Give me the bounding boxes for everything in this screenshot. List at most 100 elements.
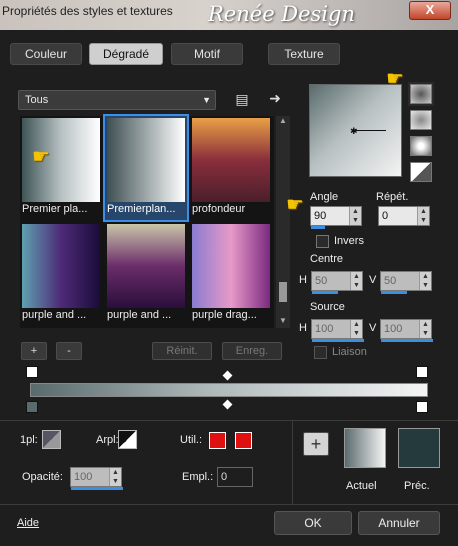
invert-checkbox[interactable] [316,235,329,248]
repeat-label: Répét. [376,191,409,203]
help-link[interactable]: Aide [17,517,39,529]
spinner-arrows-icon[interactable]: ▲ ▼ [349,207,361,225]
center-v-label: V [369,274,377,286]
opacity-input[interactable]: 100 ▲ ▼ [70,467,123,490]
reset-button[interactable]: Réinit. [152,342,212,360]
center-v-slider-bar[interactable] [381,291,407,294]
empl-label: Empl.: [182,471,214,483]
new-swatch-button[interactable]: + [303,432,329,456]
pointing-hand-icon: ☛ [386,68,404,90]
empl-value: 0 [221,471,228,483]
tab-texture[interactable]: Texture [268,43,340,65]
opacity-slider-bar[interactable] [71,487,123,490]
style-radial-button[interactable] [410,136,432,156]
center-h-slider-bar[interactable] [312,291,338,294]
tab-degrade[interactable]: Dégradé [89,43,163,65]
close-button[interactable]: X [409,1,451,20]
preset-swatch [192,224,270,308]
document-icon[interactable]: ▤ [233,90,251,108]
presets-grid: Premier pla... Premierplan... profondeur… [20,114,274,328]
util-label: Util.: [180,434,202,446]
source-v-value: 100 [384,323,403,335]
spinner-arrows-icon[interactable]: ▲ ▼ [109,468,121,486]
center-h-label: H [299,274,307,286]
preset-item-selected[interactable]: Premierplan... [103,114,189,222]
bottom-stop-right-icon[interactable] [416,401,428,413]
category-value: Tous [25,94,49,106]
remove-preset-button[interactable]: - [56,342,82,360]
center-h-input[interactable]: 50 ▲ ▼ [311,271,363,294]
top-stop-right-icon[interactable] [416,366,428,378]
top-stop-left-icon[interactable] [26,366,38,378]
style-linear-button[interactable] [408,82,434,106]
previous-swatch[interactable] [398,428,440,468]
cancel-button[interactable]: Annuler [358,511,440,535]
angle-label: Angle [310,191,339,203]
bottom-stop-left-icon[interactable] [26,401,38,413]
section-divider [0,420,458,421]
source-v-slider-bar[interactable] [381,339,433,342]
ok-button[interactable]: OK [274,511,352,535]
scroll-up-icon[interactable]: ▲ [276,116,290,128]
fg-label: 1pl: [20,434,38,446]
category-select[interactable]: Tous ▼ [18,90,216,110]
section-divider-vertical [292,420,293,504]
arrow-right-icon[interactable]: ➜ [266,89,284,107]
source-h-slider-bar[interactable] [312,339,364,342]
center-v-input[interactable]: 50 ▲ ▼ [380,271,432,294]
gradient-preview[interactable]: ✱ [309,84,402,177]
background-style-icon[interactable] [118,430,137,449]
spinner-arrows-icon[interactable]: ▲ ▼ [350,272,362,290]
save-preset-button[interactable]: Enreg. [222,342,282,360]
preset-item[interactable]: purple drag... [190,222,272,326]
actual-label: Actuel [346,480,377,492]
center-h-value: 50 [315,275,328,287]
link-checkbox[interactable] [314,346,327,359]
arpl-label: Arpl: [96,434,119,446]
center-crosshair-icon: ✱ [350,126,358,136]
invert-label: Invers [334,235,364,247]
window-title: Propriétés des styles et textures [2,4,173,18]
footer-divider [0,504,458,505]
style-rectangular-button[interactable] [410,110,432,130]
add-preset-button[interactable]: + [21,342,47,360]
preset-label: purple and ... [22,309,87,321]
current-color-swatch[interactable] [209,432,226,449]
source-v-label: V [369,322,377,334]
spinner-arrows-icon[interactable]: ▲ ▼ [419,272,431,290]
angle-line [352,130,386,131]
foreground-style-icon[interactable] [42,430,61,449]
spinner-arrows-icon[interactable]: ▲ ▼ [417,207,429,225]
source-h-input[interactable]: 100 ▲ ▼ [311,319,364,342]
preset-label: profondeur [192,203,246,215]
tab-motif[interactable]: Motif [171,43,243,65]
repeat-input[interactable]: 0 ▲ ▼ [378,206,430,226]
previous-label: Préc. [404,480,430,492]
title-bar: Propriétés des styles et textures Renée … [0,0,458,30]
actual-swatch[interactable] [344,428,386,468]
center-label: Centre [310,253,344,265]
preset-swatch [107,118,185,202]
spinner-arrows-icon[interactable]: ▲ ▼ [419,320,431,338]
gradient-editor-bar[interactable] [30,383,428,397]
preset-item[interactable]: purple and ... [105,222,187,326]
scroll-thumb[interactable] [279,282,287,302]
chevron-down-icon: ▼ [202,95,211,105]
alt-color-swatch[interactable] [235,432,252,449]
preset-label: Premier pla... [22,203,88,215]
scroll-down-icon[interactable]: ▼ [276,316,290,328]
tab-couleur[interactable]: Couleur [10,43,82,65]
preset-item[interactable]: purple and ... [20,222,102,326]
preset-item[interactable]: profondeur [190,116,272,220]
angle-slider-bar[interactable] [311,226,325,229]
spinner-arrows-icon[interactable]: ▲ ▼ [350,320,362,338]
empl-input[interactable]: 0 [217,467,253,487]
opacity-value: 100 [74,471,93,483]
watermark: Renée Design [208,2,356,26]
style-sunburst-button[interactable] [410,162,432,182]
link-label: Liaison [332,346,367,358]
source-v-input[interactable]: 100 ▲ ▼ [380,319,433,342]
center-v-value: 50 [384,275,397,287]
opacity-label: Opacité: [22,471,63,483]
angle-input[interactable]: 90 ▲ ▼ [310,206,362,229]
